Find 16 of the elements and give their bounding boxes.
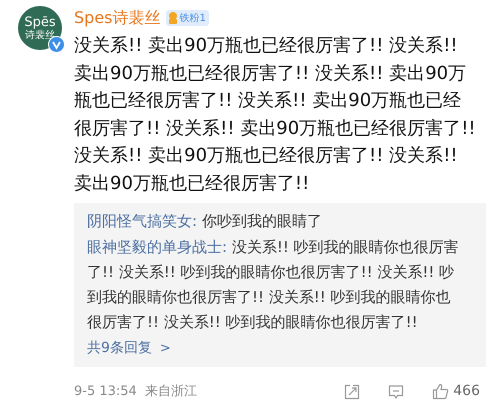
reply-author[interactable]: 阴阳怪气搞笑女:: [87, 212, 198, 230]
reply-author[interactable]: 眼神坚毅的单身战士:: [87, 238, 228, 256]
reply-text: 眼神坚毅的单身战士: 没关系!! 吵到我的眼睛你也很厉害了!! 没关系!! 吵到我的眼睛你也很厉害了!! 没关系!! 吵到我的眼睛你也很厉害了!! 没关系!! 吵到我的眼睛你也很厉害了!! 没关系!! 吵到我的眼睛你也很厉害了!!: [87, 237, 460, 333]
more-replies-link[interactable]: 共9条回复: [87, 338, 152, 359]
avatar-logo-text: Spēs: [24, 16, 56, 30]
like-icon[interactable]: [432, 383, 450, 400]
author-name[interactable]: Spes诗裴丝: [74, 6, 160, 30]
comment-text: 没关系!! 卖出90万瓶也已经很厉害了!! 没关系!! 卖出90万瓶也已经很厉害了!! 没关系!! 卖出90万瓶也已经很厉害了!! 没关系!! 卖出90万瓶也已经很厉害了!! 没关系!! 卖出90万瓶也已经很厉害了!! 没关系!! 卖出90万瓶也已经很厉害了!! 没关系!! 卖出90万瓶也已经很厉害了!!: [74, 34, 477, 196]
reply-text: 阴阳怪气搞笑女: 你吵到我的眼睛了: [87, 211, 323, 232]
chevron-text[interactable]: >: [160, 338, 171, 358]
fan-badge-text: 铁粉1: [180, 12, 206, 26]
comment-location: 来自浙江: [144, 382, 197, 401]
comment-icon[interactable]: [388, 384, 404, 400]
comment-date: 9-5 13:54: [74, 382, 137, 401]
like-count: 466: [453, 382, 480, 401]
share-icon[interactable]: [344, 384, 360, 400]
